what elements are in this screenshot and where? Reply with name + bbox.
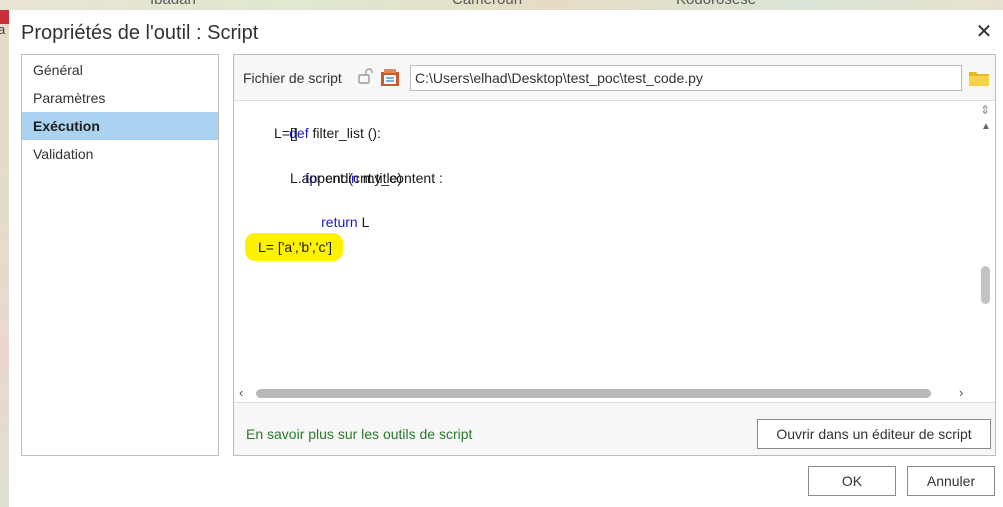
background-map-left-edge: a	[0, 10, 9, 507]
map-label-cameroun: Cameroun	[452, 0, 522, 8]
script-file-label: Fichier de script	[243, 70, 342, 86]
dialog-title: Propriétés de l'outil : Script	[21, 22, 259, 44]
close-button[interactable]: ✕	[971, 18, 997, 44]
sidebar-item-validation[interactable]: Validation	[22, 140, 218, 168]
split-view-icon[interactable]: ⇕	[980, 103, 990, 117]
script-path-input[interactable]: C:\Users\elhad\Desktop\test_poc\test_cod…	[410, 65, 962, 91]
sidebar-item-parameters[interactable]: Paramètres	[22, 84, 218, 112]
background-map-strip: Ibadan Cameroun Kodorosese	[0, 0, 1003, 10]
scroll-up-icon[interactable]: ▲	[981, 121, 991, 132]
map-label-kodorosese: Kodorosese	[676, 0, 756, 8]
code-text: filter_list ():	[308, 125, 381, 141]
embed-script-icon[interactable]	[379, 67, 401, 87]
horizontal-scroll-thumb[interactable]	[256, 389, 931, 398]
sidebar-nav: Général Paramètres Exécution Validation	[21, 54, 219, 456]
learn-more-link[interactable]: En savoir plus sur les outils de script	[246, 426, 472, 442]
ok-button[interactable]: OK	[808, 466, 896, 496]
close-icon: ✕	[975, 20, 993, 43]
execution-panel: Fichier de script C:\Users\elhad\Desktop…	[233, 54, 996, 456]
code-line-5: return L	[290, 189, 369, 230]
vertical-scroll-thumb[interactable]	[981, 266, 990, 304]
code-text: L	[357, 214, 370, 230]
sidebar-item-general[interactable]: Général	[22, 56, 218, 84]
folder-icon[interactable]	[968, 68, 990, 88]
tool-properties-dialog: Propriétés de l'outil : Script ✕ Général…	[9, 10, 1003, 507]
code-line-highlighted: L= ['a','b','c']	[258, 239, 333, 255]
scroll-left-icon[interactable]: ‹	[239, 385, 243, 400]
code-editor[interactable]: def filter_list (): L=[] for cnt in my_c…	[234, 100, 995, 403]
code-line-3: for cnt in my_content :	[274, 145, 443, 186]
open-in-editor-button[interactable]: Ouvrir dans un éditeur de script	[757, 419, 991, 449]
code-line-1: def filter_list ():	[258, 101, 381, 141]
code-line-2: L=[]	[274, 125, 298, 141]
sidebar-item-execution[interactable]: Exécution	[22, 112, 218, 140]
vertical-scrollbar[interactable]: ⇕ ▲	[976, 101, 995, 383]
unlock-icon[interactable]	[356, 67, 374, 85]
map-left-fragment: a	[0, 22, 6, 37]
code-line-4: L.append(cnt.title)	[290, 170, 403, 186]
keyword-return: return	[321, 214, 358, 230]
map-label-ibadan: Ibadan	[150, 0, 196, 8]
panel-divider	[234, 402, 995, 403]
horizontal-scrollbar[interactable]: ‹ ›	[234, 383, 976, 403]
cancel-button[interactable]: Annuler	[907, 466, 995, 496]
scroll-right-icon[interactable]: ›	[959, 385, 963, 400]
